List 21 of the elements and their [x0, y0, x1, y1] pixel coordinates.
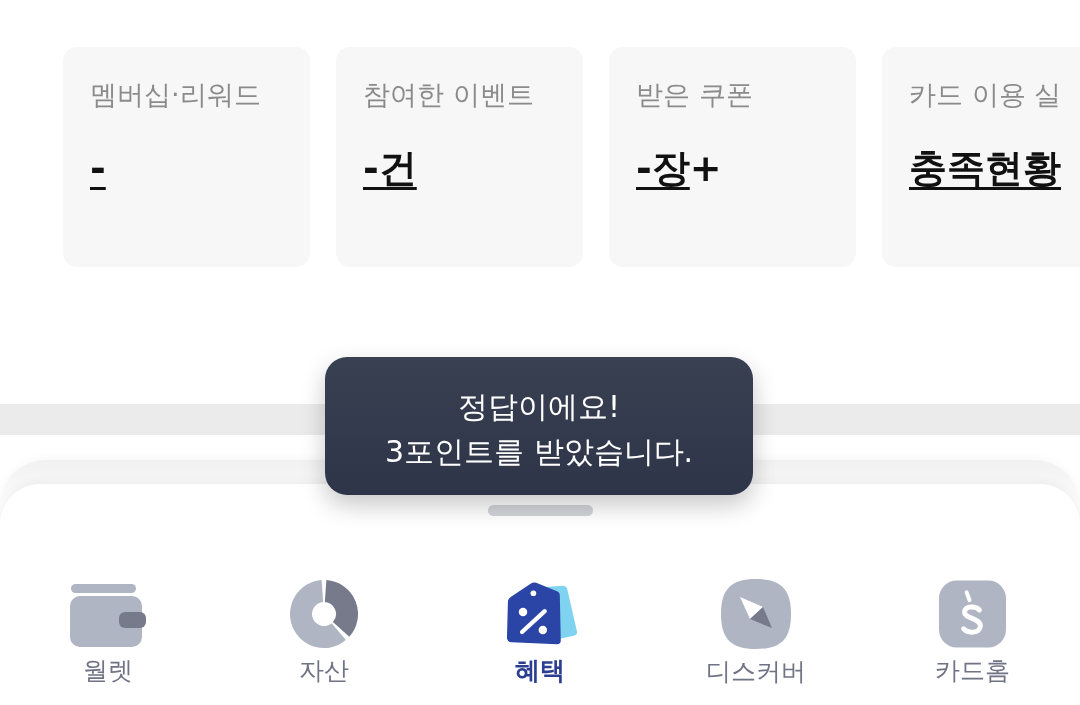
value-link[interactable]: 충족현황 [909, 142, 1061, 194]
donut-chart-icon [290, 580, 358, 648]
compass-icon [721, 579, 791, 649]
tab-bar-item[interactable]: 자산 [216, 580, 432, 688]
value-link[interactable]: -장 [636, 142, 690, 194]
card-label: 멤버십·리워드 [90, 78, 261, 112]
card-label: 카드 이용 실 [909, 78, 1062, 112]
tab-bar-item[interactable]: 디스커버 [648, 580, 864, 688]
toast-text: 3포인트를 받았습니다. [384, 433, 694, 471]
card-label: 참여한 이벤트 [363, 78, 534, 112]
drag-handle[interactable] [487, 505, 593, 516]
value-link[interactable]: -건 [363, 142, 417, 194]
add-link[interactable]: + [689, 142, 722, 194]
toast-text: 정답이에요! [458, 388, 620, 426]
s-tile-icon [938, 580, 1006, 648]
wallet-icon [70, 584, 146, 648]
value-link[interactable]: - [90, 142, 106, 194]
tab-bar-item[interactable]: 혜택 [432, 580, 648, 688]
tab-bar-item[interactable]: 월렛 [0, 580, 216, 688]
tab-bar-item[interactable]: 카드홈 [864, 580, 1080, 688]
card-label: 받은 쿠폰 [636, 78, 753, 112]
